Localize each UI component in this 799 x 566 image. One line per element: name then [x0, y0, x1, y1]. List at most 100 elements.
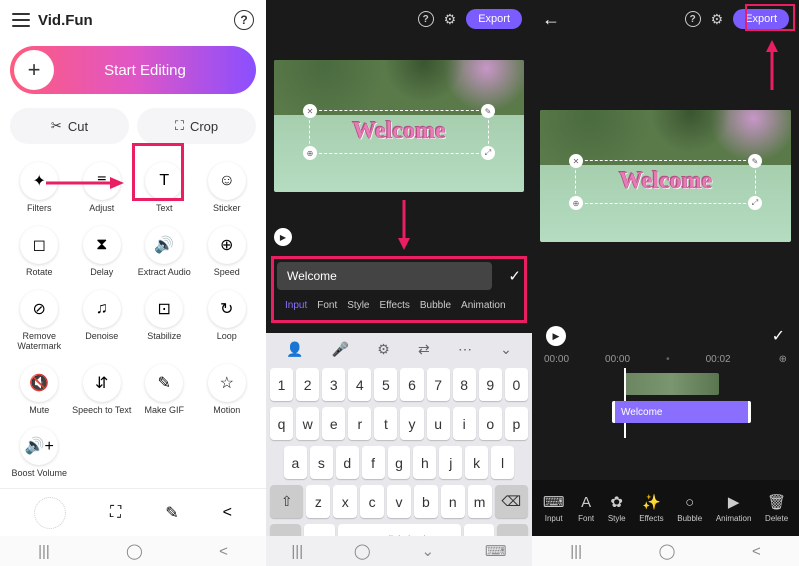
key-w[interactable]: w	[296, 407, 319, 440]
tool-boost-volume[interactable]: 🔊+Boost Volume	[8, 423, 71, 483]
tool-loop[interactable]: ↻Loop	[196, 286, 259, 356]
key-z[interactable]: z	[306, 485, 330, 518]
key-f[interactable]: f	[362, 446, 385, 479]
key-l[interactable]: l	[491, 446, 514, 479]
btool-delete[interactable]: 🗑Delete	[765, 493, 788, 523]
handle-resize-icon[interactable]: ⤢	[748, 196, 762, 210]
zoom-icon[interactable]: ⊕	[779, 354, 787, 365]
key-shift[interactable]: ⇧	[270, 485, 303, 518]
nav-back-icon[interactable]: <	[219, 543, 228, 560]
handle-copy-icon[interactable]: ⊕	[303, 146, 317, 160]
menu-icon[interactable]	[12, 13, 30, 27]
text-selection-box[interactable]: ✕ ✎ ⊕ ⤢	[309, 110, 489, 154]
key-b[interactable]: b	[414, 485, 438, 518]
kb-more-icon[interactable]: ⋯	[458, 341, 472, 358]
key-j[interactable]: j	[439, 446, 462, 479]
start-editing-button[interactable]: + Start Editing	[10, 46, 256, 94]
crop-button[interactable]: ⛶Crop	[137, 108, 256, 144]
tool-speed[interactable]: ⊕Speed	[196, 222, 259, 282]
tool-make-gif[interactable]: ✎Make GIF	[133, 360, 196, 420]
nav-home-icon[interactable]: ◯	[354, 542, 371, 560]
kb-settings-icon[interactable]: ⚙	[377, 341, 390, 358]
key-7[interactable]: 7	[427, 368, 450, 401]
help-icon[interactable]: ?	[234, 10, 254, 30]
key-p[interactable]: p	[505, 407, 528, 440]
tool-mute[interactable]: 🔇Mute	[8, 360, 71, 420]
help-icon[interactable]: ?	[418, 11, 434, 27]
btool-bubble[interactable]: ○Bubble	[677, 494, 702, 523]
gear-icon[interactable]: ⚙	[711, 11, 724, 28]
share-icon[interactable]: <	[223, 504, 232, 522]
nav-home-icon[interactable]: ◯	[126, 542, 143, 560]
back-icon[interactable]: ←	[542, 9, 560, 30]
video-track[interactable]	[624, 373, 719, 395]
tool-rotate[interactable]: ◻Rotate	[8, 222, 71, 282]
gear-icon[interactable]: ⚙	[444, 11, 457, 28]
tool-text[interactable]: TText	[133, 158, 196, 218]
key-h[interactable]: h	[413, 446, 436, 479]
export-button[interactable]: Export	[466, 9, 522, 29]
text-selection-box[interactable]: ✕ ✎ ⊕ ⤢	[575, 160, 756, 204]
key-q[interactable]: q	[270, 407, 293, 440]
play-button[interactable]: ▶	[546, 326, 566, 346]
text-clip[interactable]: Welcome	[612, 401, 751, 423]
key-o[interactable]: o	[479, 407, 502, 440]
tab-font[interactable]: Font	[313, 298, 341, 313]
handle-delete-icon[interactable]: ✕	[569, 154, 583, 168]
key-e[interactable]: e	[322, 407, 345, 440]
magic-icon[interactable]: ✎	[165, 503, 178, 523]
key-v[interactable]: v	[387, 485, 411, 518]
kb-emoji-icon[interactable]: 👤	[286, 341, 303, 358]
kb-mic-icon[interactable]: 🎤	[332, 341, 349, 358]
key-1[interactable]: 1	[270, 368, 293, 401]
tab-effects[interactable]: Effects	[376, 298, 414, 313]
export-button[interactable]: Export	[733, 9, 789, 29]
key-i[interactable]: i	[453, 407, 476, 440]
kb-expand-icon[interactable]: ⌄	[500, 341, 512, 358]
key-4[interactable]: 4	[348, 368, 371, 401]
nav-home-icon[interactable]: ◯	[659, 542, 676, 560]
key-r[interactable]: r	[348, 407, 371, 440]
cut-button[interactable]: ✂Cut	[10, 108, 129, 144]
key-backspace[interactable]: ⌫	[495, 485, 528, 518]
btool-font[interactable]: AFont	[578, 494, 594, 523]
text-input-field[interactable]: Welcome	[277, 262, 492, 290]
handle-resize-icon[interactable]: ⤢	[481, 146, 495, 160]
kb-translate-icon[interactable]: ⇄	[418, 341, 430, 358]
btool-input[interactable]: ⌨Input	[543, 493, 565, 523]
key-3[interactable]: 3	[322, 368, 345, 401]
play-button[interactable]: ▶	[274, 228, 292, 246]
key-u[interactable]: u	[427, 407, 450, 440]
tool-adjust[interactable]: ≡Adjust	[71, 158, 134, 218]
nav-back-icon[interactable]: ⌄	[422, 542, 435, 560]
tool-extract-audio[interactable]: 🔊Extract Audio	[133, 222, 196, 282]
scan-icon[interactable]: ⛶	[110, 504, 121, 522]
tool-stabilize[interactable]: ⊡Stabilize	[133, 286, 196, 356]
palette-icon[interactable]	[34, 497, 66, 529]
tab-style[interactable]: Style	[343, 298, 373, 313]
video-preview[interactable]: Welcome ✕ ✎ ⊕ ⤢	[274, 60, 524, 192]
key-t[interactable]: t	[374, 407, 397, 440]
nav-recent-icon[interactable]: |||	[38, 543, 50, 560]
key-x[interactable]: x	[333, 485, 357, 518]
key-m[interactable]: m	[468, 485, 492, 518]
key-c[interactable]: c	[360, 485, 384, 518]
confirm-icon[interactable]: ✓	[772, 326, 785, 346]
key-6[interactable]: 6	[400, 368, 423, 401]
handle-edit-icon[interactable]: ✎	[481, 104, 495, 118]
key-0[interactable]: 0	[505, 368, 528, 401]
key-5[interactable]: 5	[374, 368, 397, 401]
key-g[interactable]: g	[388, 446, 411, 479]
handle-delete-icon[interactable]: ✕	[303, 104, 317, 118]
key-8[interactable]: 8	[453, 368, 476, 401]
nav-keyboard-icon[interactable]: ⌨	[485, 542, 507, 560]
video-preview[interactable]: Welcome ✕ ✎ ⊕ ⤢	[540, 110, 791, 242]
nav-recent-icon[interactable]: |||	[570, 543, 582, 560]
key-y[interactable]: y	[400, 407, 423, 440]
tool-denoise[interactable]: ♫Denoise	[71, 286, 134, 356]
tool-motion[interactable]: ☆Motion	[196, 360, 259, 420]
tool-remove-watermark[interactable]: ⊘Remove Watermark	[8, 286, 71, 356]
key-s[interactable]: s	[310, 446, 333, 479]
nav-recent-icon[interactable]: |||	[291, 543, 303, 560]
tab-animation[interactable]: Animation	[457, 298, 509, 313]
